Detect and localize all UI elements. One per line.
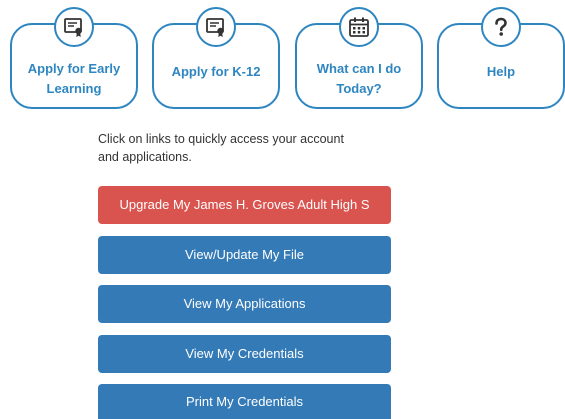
apply-k12-card[interactable]: Apply for K-12 — [152, 7, 280, 109]
intro-text: Click on links to quickly access your ac… — [98, 132, 344, 164]
card-label: Apply for Early Learning — [27, 61, 121, 96]
view-applications-button[interactable]: View My Applications — [98, 285, 391, 323]
card-label: Apply for K-12 — [171, 64, 261, 79]
card-label: What can I do Today? — [316, 61, 402, 96]
card-label: Help — [486, 64, 516, 79]
apply-early-learning-card[interactable]: Apply for Early Learning — [10, 7, 138, 109]
print-credentials-button[interactable]: Print My Credentials — [98, 384, 391, 419]
question-icon — [481, 7, 521, 47]
certificate-icon — [196, 7, 236, 47]
certificate-icon — [54, 7, 94, 47]
view-update-file-button[interactable]: View/Update My File — [98, 236, 391, 274]
what-can-i-do-today-card[interactable]: What can I do Today? — [295, 7, 423, 109]
view-credentials-button[interactable]: View My Credentials — [98, 335, 391, 373]
upgrade-button[interactable]: Upgrade My James H. Groves Adult High S — [98, 186, 391, 224]
help-card[interactable]: Help — [437, 7, 565, 109]
calendar-icon — [339, 7, 379, 47]
